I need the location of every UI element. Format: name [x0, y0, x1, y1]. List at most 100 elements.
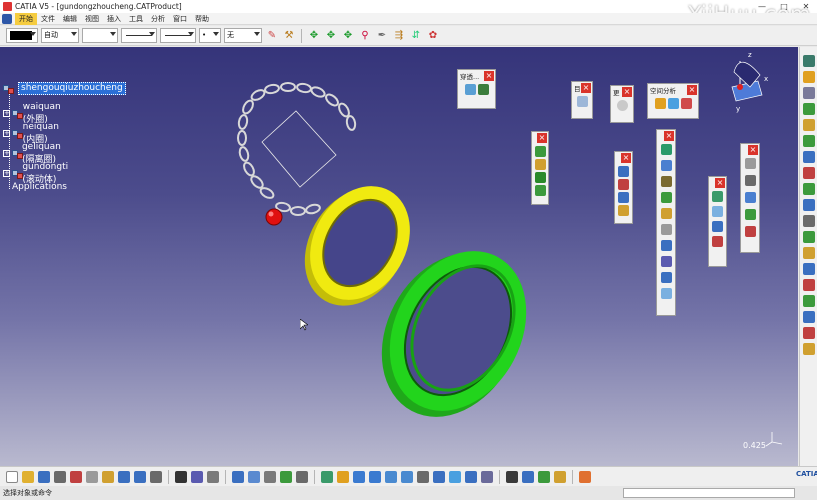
grid-icon[interactable] — [579, 470, 591, 483]
measure-icon[interactable]: ✒ — [375, 29, 389, 43]
flag-note-icon[interactable] — [744, 192, 756, 203]
tree-node-label[interactable]: Applications — [12, 182, 67, 192]
menu-tools[interactable]: 工具 — [125, 13, 147, 25]
snap-tool-icon[interactable] — [660, 160, 672, 171]
distance-icon[interactable] — [680, 98, 692, 109]
manipulate-icon[interactable] — [660, 144, 672, 155]
fit-all-icon[interactable] — [337, 470, 349, 483]
section-icon[interactable] — [464, 84, 476, 95]
formula-icon[interactable] — [175, 470, 187, 483]
close-icon[interactable]: × — [687, 85, 697, 95]
menu-view[interactable]: 视图 — [81, 13, 103, 25]
new-file-icon[interactable] — [6, 470, 18, 483]
layer-select[interactable]: 自动 — [41, 28, 79, 43]
weld-icon[interactable] — [744, 158, 756, 169]
pen-icon[interactable] — [660, 224, 672, 235]
close-icon[interactable]: × — [581, 83, 591, 93]
constraint-icon[interactable] — [802, 103, 815, 115]
select-arrow-icon[interactable] — [802, 71, 815, 83]
pocket-icon[interactable] — [712, 221, 723, 232]
menu-file[interactable]: 文件 — [37, 13, 59, 25]
binoculars-icon[interactable] — [802, 55, 815, 67]
contact-constraint-icon[interactable] — [802, 119, 815, 131]
graph-tree-icon[interactable] — [802, 327, 815, 339]
align-icon[interactable]: ⇵ — [409, 29, 423, 43]
stop-manipulate-icon[interactable] — [660, 208, 672, 219]
part-icon[interactable] — [802, 279, 815, 291]
clash-icon[interactable]: ✿ — [426, 29, 440, 43]
generate-numbering-icon[interactable] — [660, 256, 672, 267]
representation-icon[interactable] — [660, 288, 672, 299]
camera-icon[interactable] — [506, 470, 518, 483]
macro-icon[interactable] — [207, 470, 219, 483]
transparency-select[interactable] — [82, 28, 118, 43]
angle-constraint-icon[interactable] — [802, 151, 815, 163]
menu-start[interactable]: 开始 — [15, 12, 37, 25]
product-icon[interactable] — [802, 263, 815, 275]
catalog-browser-icon[interactable] — [248, 470, 260, 483]
section-analysis-icon[interactable] — [667, 98, 679, 109]
zoom-out-icon[interactable] — [401, 470, 413, 483]
tree-node-applications[interactable]: Applications — [12, 182, 67, 192]
cut-icon[interactable] — [70, 470, 82, 483]
explode-tool-icon[interactable] — [660, 192, 672, 203]
close-icon[interactable]: × — [715, 178, 725, 188]
swap-space-icon[interactable] — [481, 470, 493, 483]
redo-icon[interactable] — [134, 470, 146, 483]
tree-root-label[interactable]: shengouqiuzhoucheng — [18, 82, 126, 95]
menu-edit[interactable]: 编辑 — [59, 13, 81, 25]
angle-icon[interactable] — [534, 185, 546, 196]
snap-icon[interactable]: ⚲ — [358, 29, 372, 43]
expand-icon[interactable]: + — [3, 130, 10, 137]
close-icon[interactable]: × — [537, 133, 547, 143]
remove-icon[interactable] — [712, 236, 723, 247]
measure-item-icon[interactable] — [296, 470, 308, 483]
command-input[interactable] — [623, 488, 795, 498]
menu-analyze[interactable]: 分析 — [147, 13, 169, 25]
fix-together-icon[interactable] — [802, 183, 815, 195]
copy-icon[interactable] — [86, 470, 98, 483]
fix-constraint-icon[interactable] — [802, 167, 815, 179]
shading-icon[interactable] — [449, 470, 461, 483]
rotate-icon[interactable]: ✥ — [324, 29, 338, 43]
print-icon[interactable] — [54, 470, 66, 483]
paint-brush-icon[interactable]: ✎ — [265, 29, 279, 43]
pan-icon[interactable]: ✥ — [307, 29, 321, 43]
point-symbol-select[interactable]: • — [199, 28, 221, 43]
design-table-icon[interactable] — [264, 470, 276, 483]
multi-view-icon[interactable] — [522, 470, 534, 483]
comment-icon[interactable] — [191, 470, 203, 483]
cut-icon[interactable] — [477, 84, 489, 95]
new-component-icon[interactable] — [618, 166, 629, 177]
offset-constraint-icon[interactable] — [802, 135, 815, 147]
close-icon[interactable]: × — [664, 131, 674, 141]
offset-icon[interactable] — [534, 172, 546, 183]
explode-icon[interactable]: ⇶ — [392, 29, 406, 43]
line-weight-select[interactable] — [160, 28, 196, 43]
hide-show-icon[interactable] — [465, 470, 477, 483]
split-icon[interactable] — [712, 191, 723, 202]
replace-icon[interactable] — [802, 311, 815, 323]
paste-icon[interactable] — [102, 470, 114, 483]
manipulation-icon[interactable]: ✥ — [341, 29, 355, 43]
new-part-icon[interactable] — [618, 192, 629, 203]
update-icon[interactable] — [616, 100, 628, 111]
zoom-in-icon[interactable] — [385, 470, 397, 483]
pan-view-icon[interactable] — [353, 470, 365, 483]
fill-color-select[interactable] — [6, 28, 38, 43]
change-constraint-icon[interactable] — [802, 231, 815, 243]
coincidence-icon[interactable] — [534, 146, 546, 157]
quick-constraint-icon[interactable] — [802, 199, 815, 211]
reorder-icon[interactable] — [660, 240, 672, 251]
contact-icon[interactable] — [534, 159, 546, 170]
new-product-icon[interactable] — [618, 179, 629, 190]
expand-icon[interactable]: + — [3, 150, 10, 157]
bill-of-material-icon[interactable] — [660, 272, 672, 283]
move-tool-icon[interactable] — [802, 87, 815, 99]
material-icon[interactable] — [538, 470, 550, 483]
iso-view-icon[interactable] — [433, 470, 445, 483]
painter-icon[interactable]: ⚒ — [282, 29, 296, 43]
menu-help[interactable]: 帮助 — [191, 13, 213, 25]
catalog-icon[interactable] — [576, 96, 588, 107]
normal-view-icon[interactable] — [417, 470, 429, 483]
